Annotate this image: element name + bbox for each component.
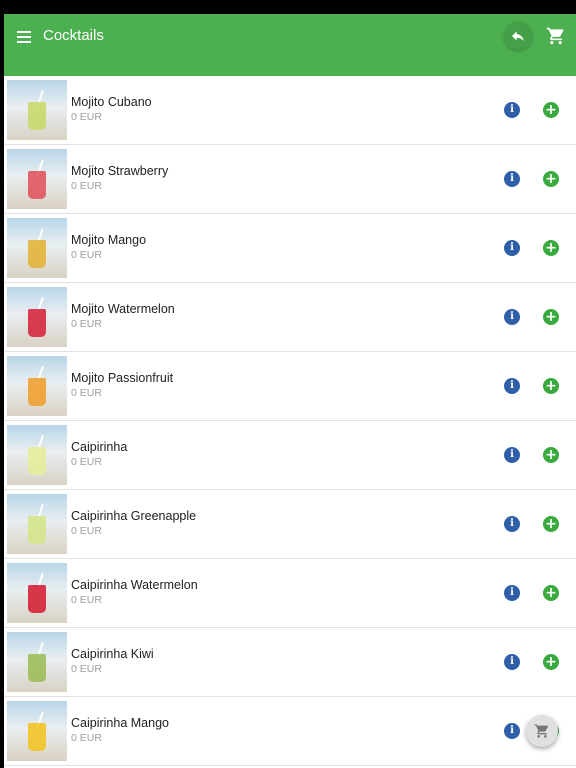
drink-glass-shape xyxy=(28,516,46,544)
info-icon[interactable]: i xyxy=(504,102,520,118)
info-icon[interactable]: i xyxy=(504,654,520,670)
drink-glass-shape xyxy=(28,447,46,475)
cocktail-thumbnail xyxy=(7,149,67,209)
add-icon[interactable]: + xyxy=(543,654,559,670)
app-screen: Cocktails Mojito Cubano 0 EUR i + Mojito… xyxy=(0,0,576,768)
cocktail-price: 0 EUR xyxy=(71,180,102,192)
cocktail-name: Mojito Mango xyxy=(71,233,147,247)
cart-fab[interactable] xyxy=(526,715,558,747)
info-icon[interactable]: i xyxy=(504,723,520,739)
info-icon[interactable]: i xyxy=(504,171,520,187)
add-icon[interactable]: + xyxy=(543,378,559,394)
reply-icon xyxy=(512,31,524,42)
cart-icon xyxy=(546,27,564,45)
cocktail-price: 0 EUR xyxy=(71,249,102,261)
cocktail-price: 0 EUR xyxy=(71,387,102,399)
drink-glass-shape xyxy=(28,723,46,751)
cocktail-price: 0 EUR xyxy=(71,456,102,468)
drink-glass-shape xyxy=(28,240,46,268)
cocktail-thumbnail xyxy=(7,563,67,623)
cocktail-thumbnail xyxy=(7,701,67,761)
info-icon[interactable]: i xyxy=(504,447,520,463)
cocktail-name: Mojito Strawberry xyxy=(71,164,169,178)
page-title: Cocktails xyxy=(43,27,104,44)
list-item[interactable]: Mojito Strawberry 0 EUR i + xyxy=(4,145,576,214)
cocktail-price: 0 EUR xyxy=(71,318,102,330)
add-icon[interactable]: + xyxy=(543,585,559,601)
menu-icon[interactable] xyxy=(14,28,36,46)
cocktail-name: Caipirinha Watermelon xyxy=(71,578,198,592)
list-item[interactable]: Mojito Watermelon 0 EUR i + xyxy=(4,283,576,352)
cocktail-name: Caipirinha Mango xyxy=(71,716,169,730)
status-strip xyxy=(0,0,576,14)
cocktail-name: Caipirinha Kiwi xyxy=(71,647,154,661)
info-icon[interactable]: i xyxy=(504,516,520,532)
cocktail-name: Caipirinha xyxy=(71,440,128,454)
info-icon[interactable]: i xyxy=(504,240,520,256)
cocktail-list: Mojito Cubano 0 EUR i + Mojito Strawberr… xyxy=(4,76,576,766)
info-icon[interactable]: i xyxy=(504,585,520,601)
drink-glass-shape xyxy=(28,378,46,406)
app-bar: Cocktails xyxy=(4,14,576,76)
drink-glass-shape xyxy=(28,171,46,199)
add-icon[interactable]: + xyxy=(543,240,559,256)
cocktail-name: Mojito Cubano xyxy=(71,95,152,109)
cocktail-price: 0 EUR xyxy=(71,732,102,744)
cocktail-price: 0 EUR xyxy=(71,594,102,606)
drink-glass-shape xyxy=(28,309,46,337)
drink-glass-shape xyxy=(28,102,46,130)
list-item[interactable]: Caipirinha 0 EUR i + xyxy=(4,421,576,490)
cocktail-name: Mojito Watermelon xyxy=(71,302,175,316)
list-item[interactable]: Caipirinha Watermelon 0 EUR i + xyxy=(4,559,576,628)
cocktail-name: Mojito Passionfruit xyxy=(71,371,174,385)
cocktail-thumbnail xyxy=(7,356,67,416)
back-button[interactable] xyxy=(504,22,532,50)
list-item[interactable]: Mojito Mango 0 EUR i + xyxy=(4,214,576,283)
cart-button[interactable] xyxy=(546,26,566,46)
add-icon[interactable]: + xyxy=(543,171,559,187)
info-icon[interactable]: i xyxy=(504,309,520,325)
cocktail-price: 0 EUR xyxy=(71,111,102,123)
list-item[interactable]: Caipirinha Mango 0 EUR i + xyxy=(4,697,576,766)
list-item[interactable]: Caipirinha Kiwi 0 EUR i + xyxy=(4,628,576,697)
info-icon[interactable]: i xyxy=(504,378,520,394)
cocktail-thumbnail xyxy=(7,425,67,485)
cocktail-name: Caipirinha Greenapple xyxy=(71,509,197,523)
cocktail-price: 0 EUR xyxy=(71,663,102,675)
cart-icon xyxy=(534,724,548,738)
list-item[interactable]: Mojito Passionfruit 0 EUR i + xyxy=(4,352,576,421)
cocktail-thumbnail xyxy=(7,287,67,347)
cocktail-thumbnail xyxy=(7,632,67,692)
add-icon[interactable]: + xyxy=(543,447,559,463)
add-icon[interactable]: + xyxy=(543,516,559,532)
cocktail-thumbnail xyxy=(7,494,67,554)
cocktail-thumbnail xyxy=(7,80,67,140)
drink-glass-shape xyxy=(28,585,46,613)
list-item[interactable]: Caipirinha Greenapple 0 EUR i + xyxy=(4,490,576,559)
cocktail-price: 0 EUR xyxy=(71,525,102,537)
add-icon[interactable]: + xyxy=(543,309,559,325)
list-item[interactable]: Mojito Cubano 0 EUR i + xyxy=(4,76,576,145)
drink-glass-shape xyxy=(28,654,46,682)
add-icon[interactable]: + xyxy=(543,102,559,118)
cocktail-thumbnail xyxy=(7,218,67,278)
